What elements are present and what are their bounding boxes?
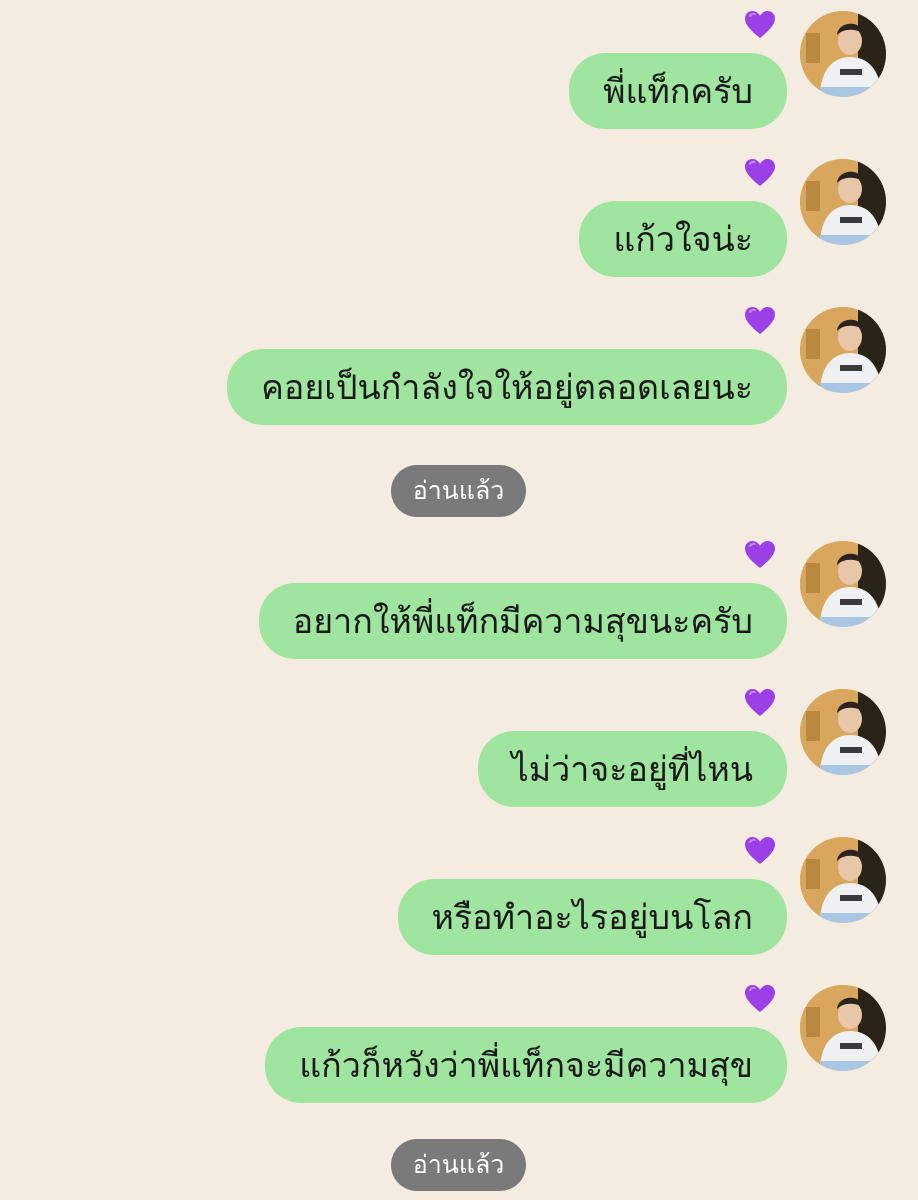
message-text: พี่แท็กครับ [603, 72, 753, 112]
avatar[interactable] [800, 541, 886, 627]
avatar[interactable] [800, 837, 886, 923]
purple-heart-icon[interactable] [744, 305, 776, 337]
avatar[interactable] [800, 689, 886, 775]
avatar[interactable] [800, 11, 886, 97]
message-text: ไม่ว่าจะอยู่ที่ไหน [511, 750, 753, 790]
read-receipt: อ่านแล้ว [391, 1139, 526, 1191]
purple-heart-icon[interactable] [744, 9, 776, 41]
avatar[interactable] [800, 159, 886, 245]
message-text: แก้วใจน่ะ [613, 220, 753, 260]
read-receipt: อ่านแล้ว [391, 465, 526, 517]
purple-heart-icon[interactable] [744, 983, 776, 1015]
avatar[interactable] [800, 985, 886, 1071]
read-receipt-label: อ่านแล้ว [412, 476, 505, 505]
avatar[interactable] [800, 307, 886, 393]
purple-heart-icon[interactable] [744, 835, 776, 867]
message-bubble[interactable]: คอยเป็นกำลังใจให้อยู่ตลอดเลยนะ [227, 349, 787, 425]
read-receipt-label: อ่านแล้ว [412, 1150, 505, 1179]
message-text: แก้วก็หวังว่าพี่แท็กจะมีความสุข [299, 1046, 753, 1086]
message-bubble[interactable]: หรือทำอะไรอยู่บนโลก [397, 879, 787, 955]
message-text: คอยเป็นกำลังใจให้อยู่ตลอดเลยนะ [261, 368, 753, 408]
message-bubble[interactable]: พี่แท็กครับ [569, 53, 787, 129]
purple-heart-icon[interactable] [744, 687, 776, 719]
purple-heart-icon[interactable] [744, 539, 776, 571]
message-bubble[interactable]: ไม่ว่าจะอยู่ที่ไหน [477, 731, 787, 807]
message-text: หรือทำอะไรอยู่บนโลก [431, 898, 754, 938]
message-text: อยากให้พี่แท็กมีความสุขนะครับ [292, 602, 753, 642]
purple-heart-icon[interactable] [744, 157, 776, 189]
message-bubble[interactable]: อยากให้พี่แท็กมีความสุขนะครับ [258, 583, 787, 659]
message-bubble[interactable]: แก้วใจน่ะ [579, 201, 787, 277]
message-bubble[interactable]: แก้วก็หวังว่าพี่แท็กจะมีความสุข [265, 1027, 787, 1103]
